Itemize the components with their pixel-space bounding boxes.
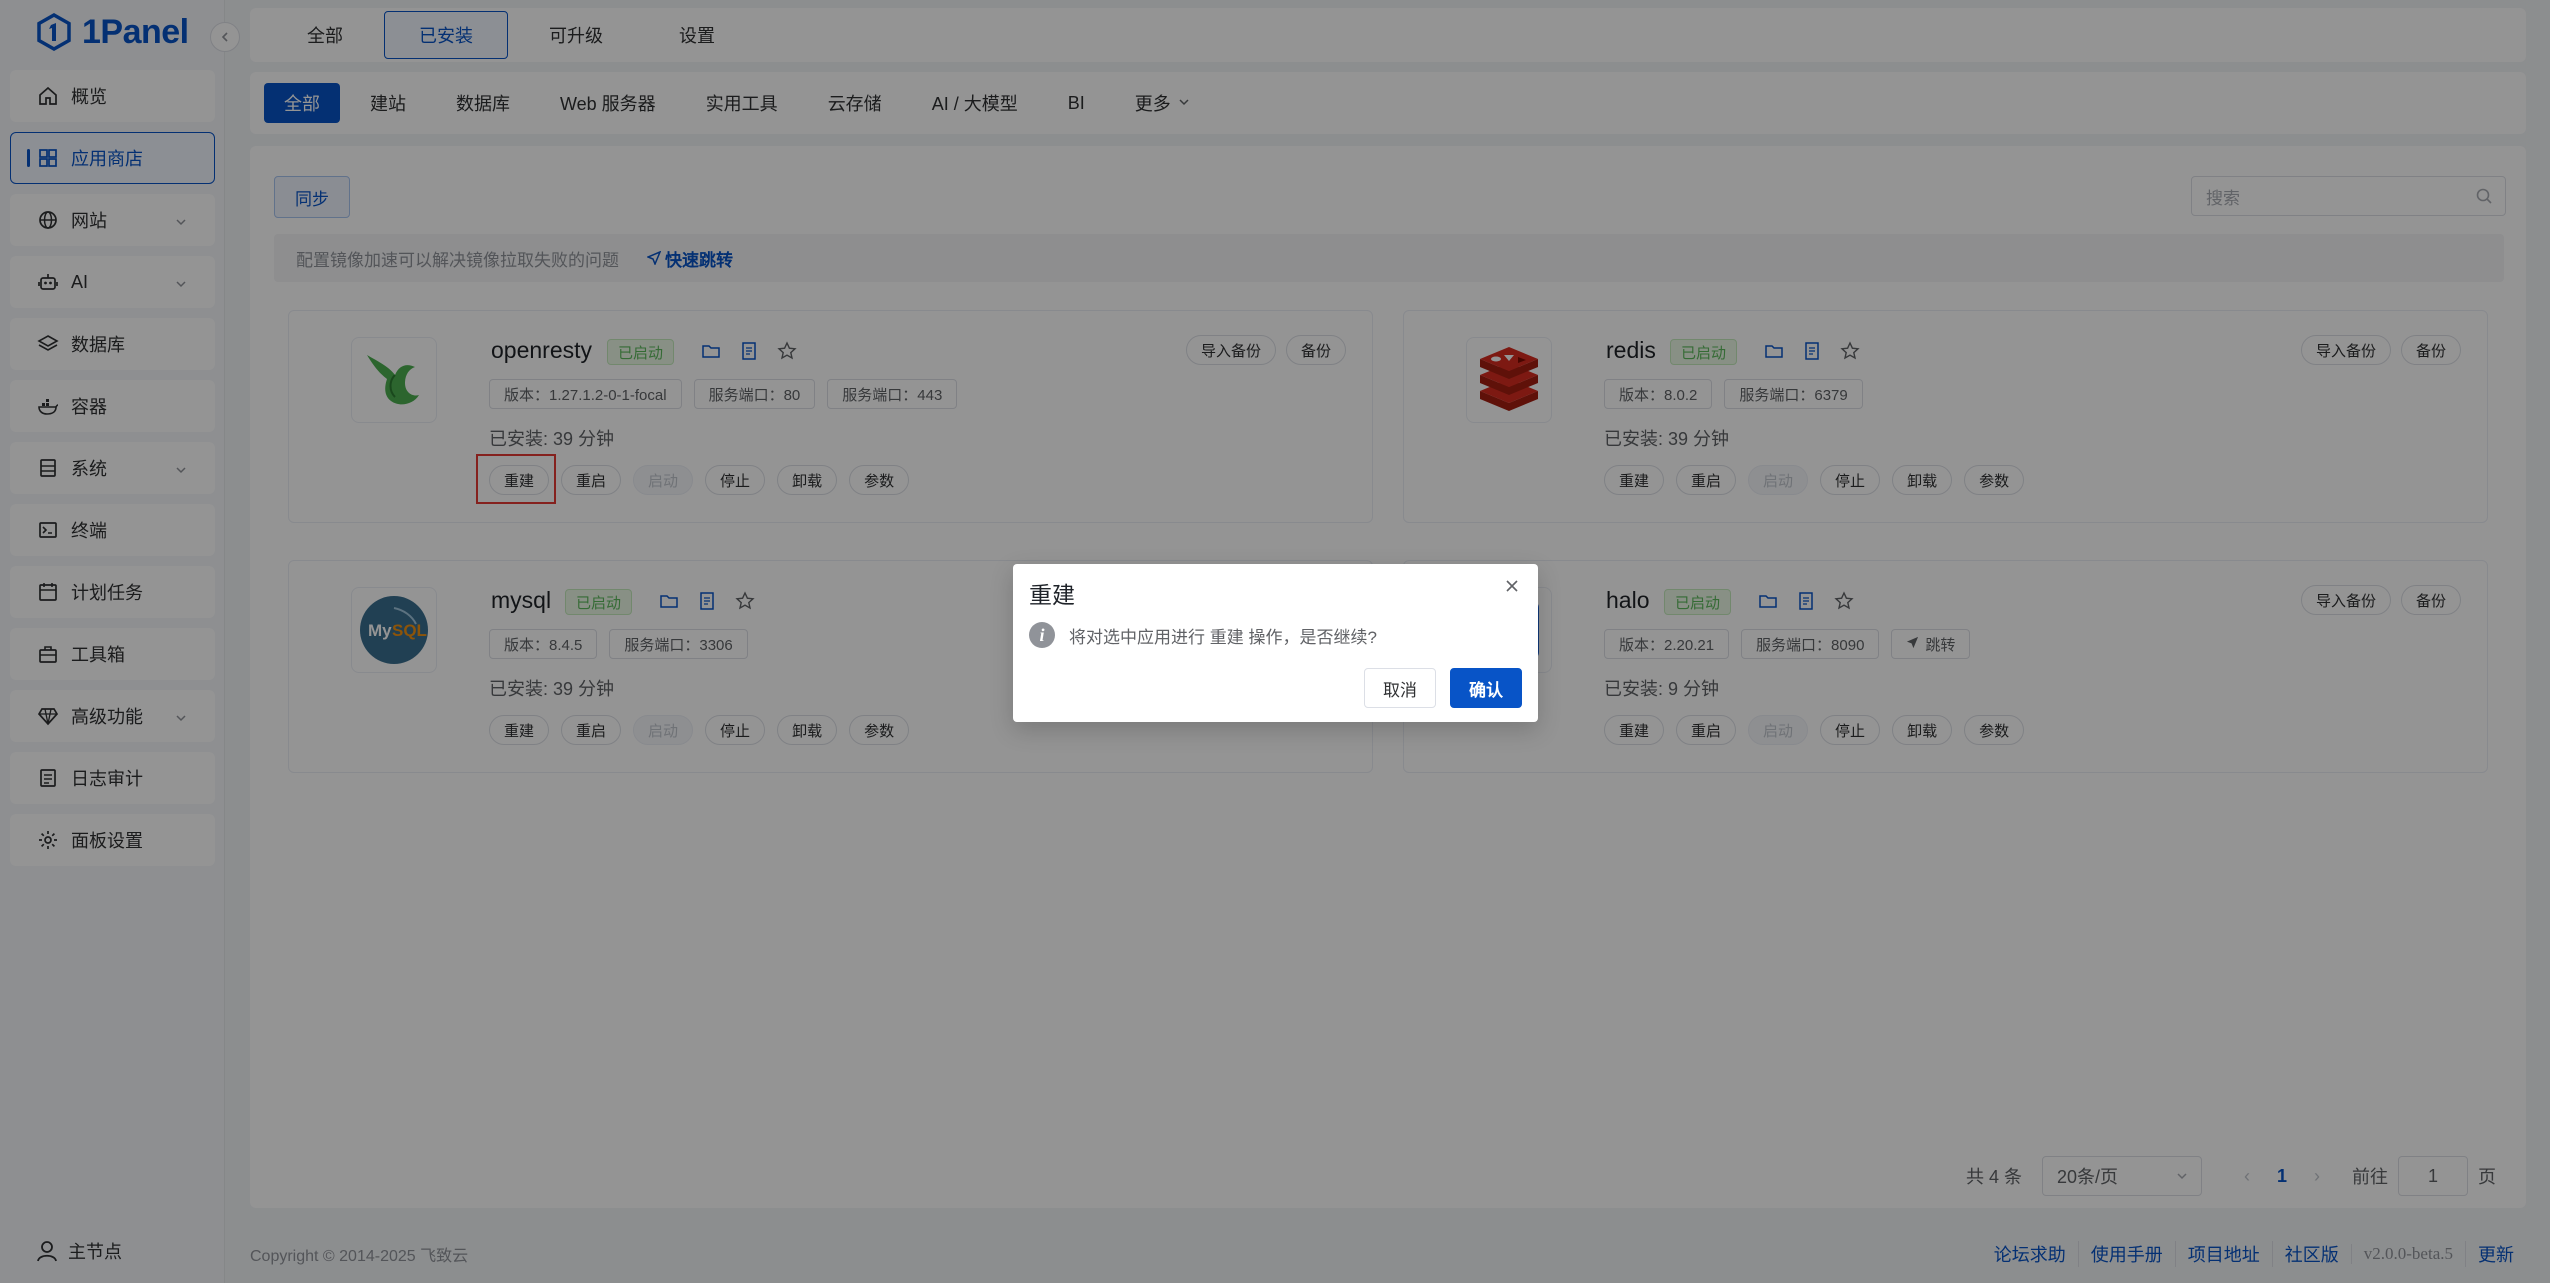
- dialog-actions: 取消 确认: [1364, 668, 1522, 708]
- info-icon: i: [1029, 622, 1055, 648]
- dialog-message: 将对选中应用进行 重建 操作，是否继续?: [1069, 627, 1377, 647]
- dialog-title: 重建: [1029, 582, 1075, 608]
- dialog-body: i 将对选中应用进行 重建 操作，是否继续?: [1029, 622, 1377, 648]
- cancel-button[interactable]: 取消: [1364, 668, 1436, 708]
- confirm-button[interactable]: 确认: [1450, 668, 1522, 708]
- close-icon[interactable]: [1502, 576, 1522, 596]
- confirm-dialog: 重建 i 将对选中应用进行 重建 操作，是否继续? 取消 确认: [1013, 564, 1538, 722]
